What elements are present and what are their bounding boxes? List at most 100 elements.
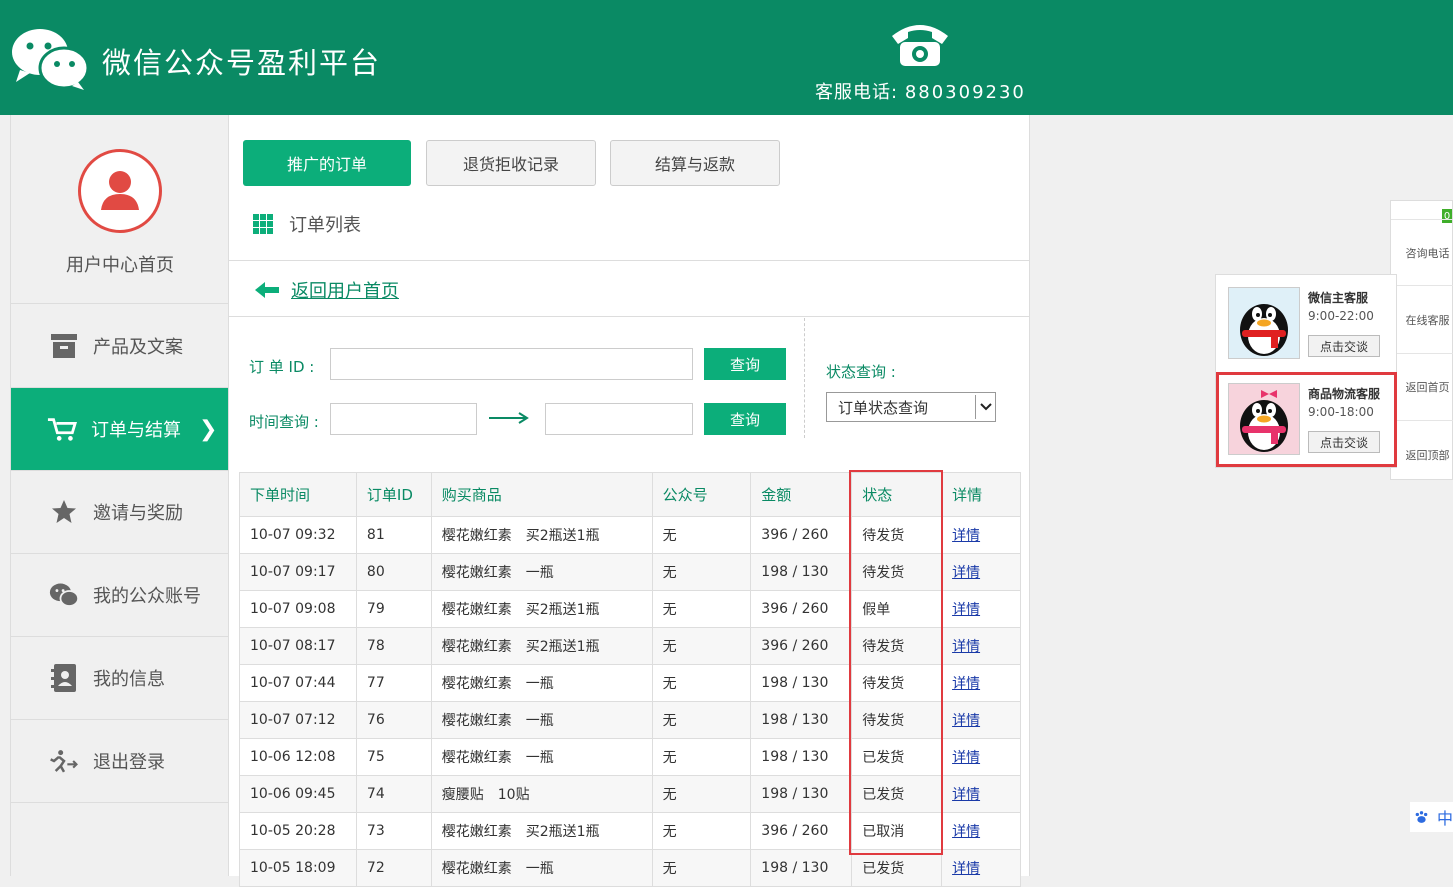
query-order-button[interactable]: 查询 [704, 348, 786, 380]
cell-account: 无 [651, 590, 752, 628]
tab-refund-records[interactable]: 退货拒收记录 [426, 140, 596, 186]
sidebar-item-label: 产品及文案 [93, 337, 183, 358]
cell-time: 10-07 09:32 [239, 516, 357, 554]
cell-product: 樱花嫩红素 买2瓶送1瓶 [430, 590, 653, 628]
contact-card-icon [49, 663, 79, 693]
side-tool-home[interactable]: 返回首页 [1391, 354, 1453, 421]
detail-link[interactable]: 详情 [952, 787, 980, 803]
baidu-widget[interactable]: 中 [1410, 802, 1453, 832]
time-start-input[interactable] [330, 403, 477, 435]
cell-status: 待发货 [851, 553, 943, 591]
query-time-button[interactable]: 查询 [704, 403, 786, 435]
table-row: 10-07 08:17 78 樱花嫩红素 买2瓶送1瓶 无 396 / 260 … [239, 627, 1021, 665]
cell-time: 10-07 09:17 [239, 553, 357, 591]
cell-account: 无 [651, 738, 752, 776]
table-row: 10-07 07:12 76 樱花嫩红素 一瓶 无 198 / 130 待发货 … [239, 701, 1021, 739]
col-header-detail: 详情 [941, 472, 1021, 517]
cell-amount: 198 / 130 [750, 664, 853, 702]
wechat-logo-icon [12, 29, 90, 90]
cell-amount: 198 / 130 [750, 701, 853, 739]
side-tool-top[interactable]: 返回顶部 [1391, 421, 1453, 488]
sidebar-item-label: 我的公众账号 [93, 586, 201, 607]
cell-account: 无 [651, 812, 752, 850]
col-header-status: 状态 [851, 472, 943, 517]
cell-detail: 详情 [941, 701, 1021, 739]
cell-detail: 详情 [941, 664, 1021, 702]
table-row: 10-07 07:44 77 樱花嫩红素 一瓶 无 198 / 130 待发货 … [239, 664, 1021, 702]
col-header-order-time: 下单时间 [239, 472, 357, 517]
sidebar-item-accounts[interactable]: 我的公众账号 [11, 554, 229, 637]
sidebar-item-orders[interactable]: 订单与结算 ❯ [11, 388, 229, 471]
service-agent: 微信主客服 9:00-22:00 点击交谈 [1226, 285, 1392, 365]
cell-amount: 198 / 130 [750, 738, 853, 776]
hotline: 客服电话: 880309230 [815, 78, 1026, 104]
user-center-link[interactable]: 用户中心首页 [11, 115, 228, 304]
cell-id: 72 [355, 849, 432, 887]
sidebar-item-logout[interactable]: 退出登录 [11, 720, 229, 803]
detail-link[interactable]: 详情 [952, 676, 980, 692]
tab-promoted-orders[interactable]: 推广的订单 [243, 140, 411, 186]
cell-id: 77 [355, 664, 432, 702]
cell-account: 无 [651, 849, 752, 887]
table-header-row: 下单时间 订单ID 购买商品 公众号 金额 状态 详情 [239, 472, 1021, 517]
paw-icon [1415, 811, 1428, 823]
star-icon [49, 497, 79, 527]
back-link[interactable]: 返回用户首页 [255, 277, 399, 303]
order-id-input[interactable] [330, 348, 693, 380]
cell-status: 假单 [851, 590, 943, 628]
agent-hours: 9:00-22:00 [1308, 309, 1374, 323]
section-title: 订单列表 [289, 215, 361, 236]
cart-icon [47, 414, 77, 444]
sidebar-item-label: 订单与结算 [91, 420, 181, 441]
table-row: 10-06 09:45 74 瘦腰贴 10贴 无 198 / 130 已发货 详… [239, 775, 1021, 813]
order-status-select[interactable]: 订单状态查询 [826, 392, 996, 422]
detail-link[interactable]: 详情 [952, 602, 980, 618]
vertical-separator [804, 318, 805, 438]
table-row: 10-05 20:28 73 樱花嫩红素 买2瓶送1瓶 无 396 / 260 … [239, 812, 1021, 850]
cell-status: 已发货 [851, 849, 943, 887]
cell-product: 樱花嫩红素 一瓶 [430, 849, 653, 887]
status-query-label: 状态查询 : [826, 363, 896, 381]
cell-account: 无 [651, 553, 752, 591]
cell-detail: 详情 [941, 627, 1021, 665]
divider [229, 316, 1029, 317]
orders-table: 下单时间 订单ID 购买商品 公众号 金额 状态 详情 10-07 09:32 … [239, 472, 1021, 887]
sidebar-item-invite[interactable]: 邀请与奖励 [11, 471, 229, 554]
cell-time: 10-07 09:08 [239, 590, 357, 628]
user-avatar-icon[interactable] [78, 149, 162, 233]
back-to-home-link[interactable]: 返回用户首页 [291, 277, 399, 303]
detail-link[interactable]: 详情 [952, 528, 980, 544]
cell-status: 已取消 [851, 812, 943, 850]
detail-link[interactable]: 详情 [952, 639, 980, 655]
chat-button[interactable]: 点击交谈 [1308, 335, 1380, 357]
sidebar-item-profile[interactable]: 我的信息 [11, 637, 229, 720]
hotline-label: 客服电话: [815, 82, 899, 103]
detail-link[interactable]: 详情 [952, 713, 980, 729]
main-panel: 推广的订单 退货拒收记录 结算与返款 订单列表 返回用户首页 订 单 ID : … [228, 115, 1030, 887]
table-row: 10-07 09:17 80 樱花嫩红素 一瓶 无 198 / 130 待发货 … [239, 553, 1021, 591]
sidebar-item-products[interactable]: 产品及文案 [11, 305, 229, 388]
archive-icon [49, 331, 79, 361]
tab-settlement[interactable]: 结算与返款 [610, 140, 780, 186]
detail-link[interactable]: 详情 [952, 565, 980, 581]
cell-account: 无 [651, 664, 752, 702]
chevron-down-icon[interactable] [975, 395, 995, 419]
time-end-input[interactable] [545, 403, 693, 435]
divider [229, 260, 1029, 261]
side-tool-phone[interactable]: 咨询电话 [1391, 219, 1453, 286]
cell-product: 樱花嫩红素 一瓶 [430, 738, 653, 776]
cell-id: 78 [355, 627, 432, 665]
cell-status: 待发货 [851, 516, 943, 554]
detail-link[interactable]: 详情 [952, 861, 980, 877]
cell-amount: 198 / 130 [750, 775, 853, 813]
col-header-order-id: 订单ID [355, 472, 432, 517]
cell-time: 10-06 09:45 [239, 775, 357, 813]
detail-link[interactable]: 详情 [952, 824, 980, 840]
detail-link[interactable]: 详情 [952, 750, 980, 766]
section-header: 订单列表 [253, 211, 361, 237]
table-row: 10-05 18:09 72 樱花嫩红素 一瓶 无 198 / 130 已发货 … [239, 849, 1021, 887]
side-tool-online-service[interactable]: 在线客服 [1391, 287, 1453, 354]
cell-status: 已发货 [851, 738, 943, 776]
cell-account: 无 [651, 775, 752, 813]
cell-amount: 396 / 260 [750, 812, 853, 850]
